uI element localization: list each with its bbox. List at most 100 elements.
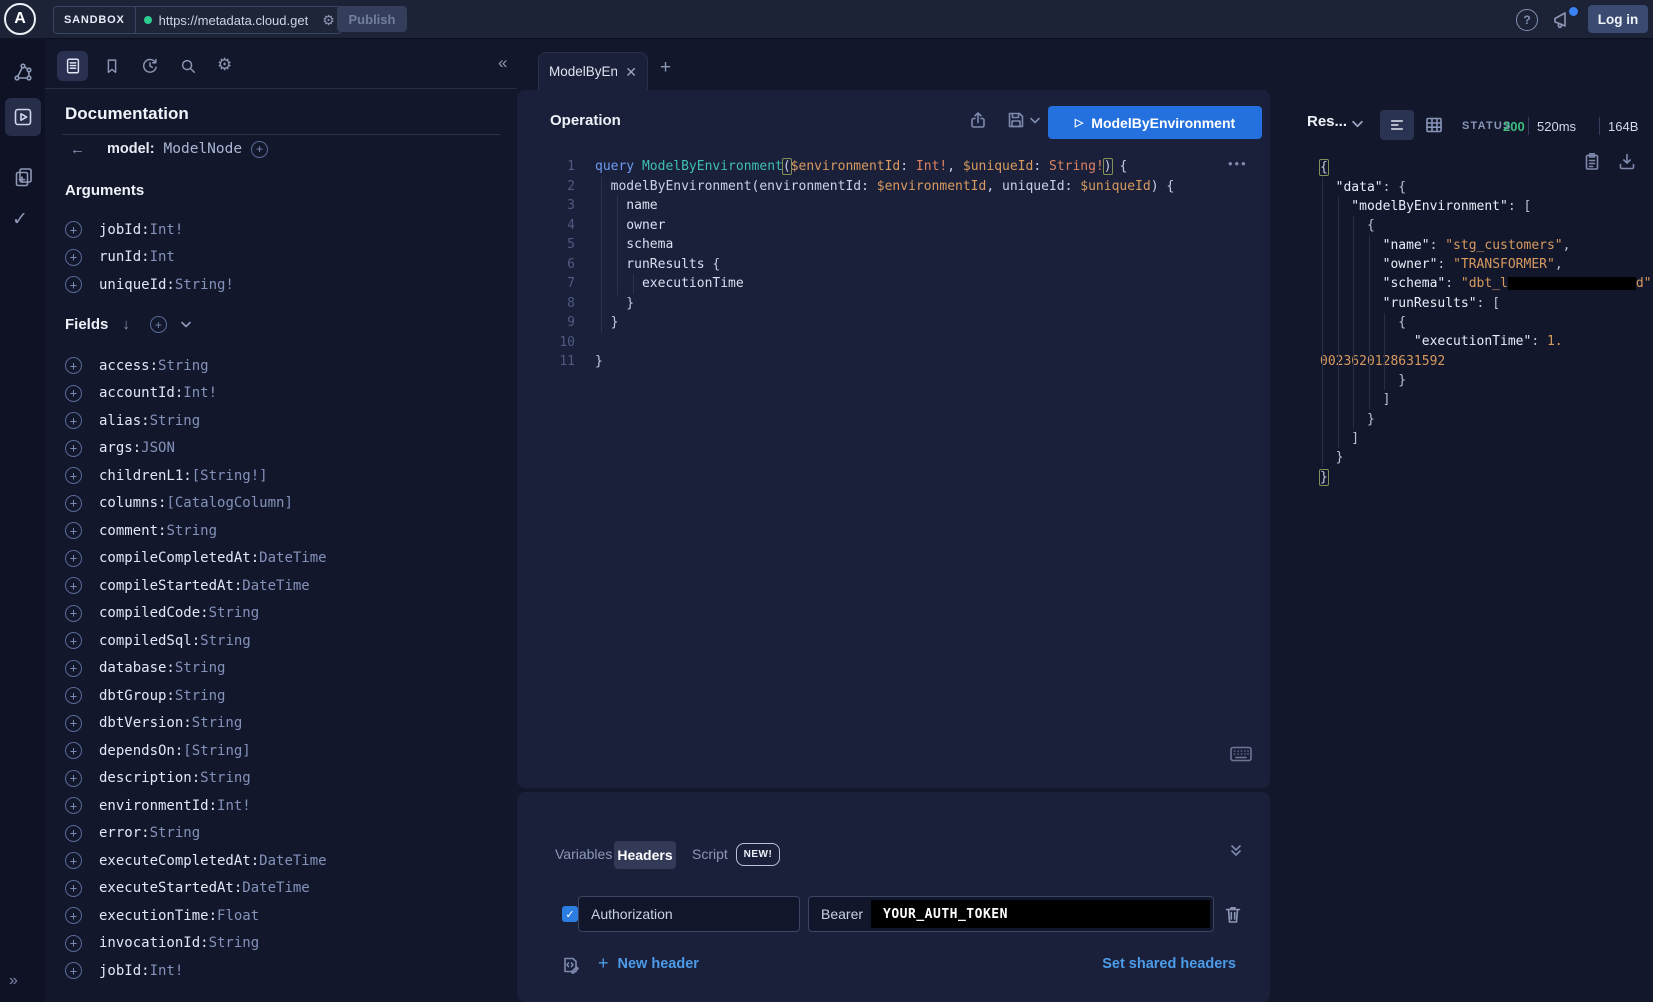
field-row[interactable]: +compileStartedAt: DateTime [65, 572, 327, 600]
add-to-query-icon[interactable]: + [65, 715, 82, 732]
add-to-query-icon[interactable]: + [65, 412, 82, 429]
add-to-query-icon[interactable]: + [65, 962, 82, 979]
endpoint-url-field[interactable]: https://metadata.cloud.get [136, 7, 317, 33]
header-value-input[interactable]: Bearer YOUR_AUTH_TOKEN [808, 896, 1214, 932]
field-row[interactable]: +dbtVersion: String [65, 710, 327, 738]
field-type[interactable]: DateTime [259, 853, 326, 869]
field-row[interactable]: +dependsOn: [String] [65, 737, 327, 765]
auth-token-field[interactable]: YOUR_AUTH_TOKEN [871, 900, 1210, 928]
argument-row[interactable]: +uniqueId: String! [65, 271, 234, 299]
add-all-fields-icon[interactable]: + [251, 141, 268, 158]
add-to-query-icon[interactable]: + [65, 221, 82, 238]
preflight-script-button[interactable] [562, 956, 579, 974]
field-row[interactable]: +accountId: Int! [65, 380, 327, 408]
field-type[interactable]: String [209, 605, 260, 621]
field-row[interactable]: +compileCompletedAt: DateTime [65, 545, 327, 573]
rail-item-explorer[interactable] [5, 98, 41, 136]
field-type[interactable]: String! [175, 277, 234, 293]
run-operation-button[interactable]: ▷ ModelByEnvironment [1048, 106, 1262, 139]
header-enabled-checkbox[interactable]: ✓ [562, 906, 578, 922]
argument-row[interactable]: +runId: Int [65, 244, 234, 272]
add-to-query-icon[interactable]: + [65, 357, 82, 374]
field-type[interactable]: Int! [150, 963, 184, 979]
field-row[interactable]: +compiledCode: String [65, 600, 327, 628]
query-editor[interactable]: 1query ModelByEnvironment($environmentId… [545, 157, 1174, 372]
add-to-query-icon[interactable]: + [65, 770, 82, 787]
help-button[interactable]: ? [1516, 9, 1538, 31]
field-row[interactable]: +executeStartedAt: DateTime [65, 875, 327, 903]
add-fields-button[interactable]: + [150, 316, 167, 333]
breadcrumb-type[interactable]: ModelNode [164, 141, 243, 157]
add-to-query-icon[interactable]: + [65, 605, 82, 622]
field-type[interactable]: [CatalogColumn] [166, 495, 292, 511]
field-row[interactable]: +jobId: Int! [65, 957, 327, 985]
add-to-query-icon[interactable]: + [65, 249, 82, 266]
add-to-query-icon[interactable]: + [65, 687, 82, 704]
field-type[interactable]: Int [150, 249, 175, 265]
field-row[interactable]: +compiledSql: String [65, 627, 327, 655]
rail-item-collections[interactable] [13, 166, 34, 188]
field-type[interactable]: String [150, 825, 201, 841]
field-row[interactable]: +childrenL1: [String!] [65, 462, 327, 490]
header-name-input[interactable] [578, 896, 800, 932]
rail-item-checklist[interactable]: ✓ [12, 208, 28, 231]
add-to-query-icon[interactable]: + [65, 440, 82, 457]
add-to-query-icon[interactable]: + [65, 660, 82, 677]
field-row[interactable]: +dbtGroup: String [65, 682, 327, 710]
operation-tab[interactable]: ModelByEnvi... ✕ [538, 52, 648, 90]
add-to-query-icon[interactable]: + [65, 495, 82, 512]
announcements-button[interactable] [1551, 9, 1571, 29]
close-tab-button[interactable]: ✕ [625, 65, 637, 79]
new-tab-button[interactable]: + [660, 58, 671, 77]
add-to-query-icon[interactable]: + [65, 550, 82, 567]
add-to-query-icon[interactable]: + [65, 577, 82, 594]
tab-headers[interactable]: Headers [614, 841, 676, 869]
field-type[interactable]: DateTime [242, 880, 309, 896]
save-menu-button[interactable] [1030, 117, 1040, 124]
apollo-logo-icon[interactable]: A [4, 3, 36, 35]
field-type[interactable]: [String!] [192, 468, 268, 484]
keyboard-shortcuts-button[interactable] [1230, 746, 1252, 762]
field-type[interactable]: String [175, 688, 226, 704]
field-row[interactable]: +invocationId: String [65, 930, 327, 958]
chevron-down-icon[interactable] [181, 321, 191, 328]
expand-rail-button[interactable]: » [9, 972, 18, 990]
response-raw-view-button[interactable] [1380, 110, 1414, 140]
field-type[interactable]: String [200, 633, 251, 649]
field-row[interactable]: +error: String [65, 820, 327, 848]
save-operation-button[interactable] [1006, 110, 1026, 130]
add-to-query-icon[interactable]: + [65, 880, 82, 897]
field-type[interactable]: String [209, 935, 260, 951]
field-row[interactable]: +columns: [CatalogColumn] [65, 490, 327, 518]
field-type[interactable]: DateTime [242, 578, 309, 594]
login-button[interactable]: Log in [1588, 5, 1648, 33]
saved-operations-button[interactable] [103, 57, 121, 75]
add-to-query-icon[interactable]: + [65, 467, 82, 484]
docs-tab-button[interactable] [57, 51, 88, 81]
field-type[interactable]: Int! [217, 798, 251, 814]
explorer-settings-button[interactable]: ⚙ [217, 55, 232, 75]
search-button[interactable] [179, 57, 197, 75]
field-row[interactable]: +description: String [65, 765, 327, 793]
add-to-query-icon[interactable]: + [65, 907, 82, 924]
field-row[interactable]: +alias: String [65, 407, 327, 435]
field-type[interactable]: String [166, 523, 217, 539]
add-to-query-icon[interactable]: + [65, 522, 82, 539]
field-row[interactable]: +executeCompletedAt: DateTime [65, 847, 327, 875]
add-to-query-icon[interactable]: + [65, 276, 82, 293]
publish-button[interactable]: Publish [337, 6, 407, 32]
tab-variables[interactable]: Variables [555, 846, 612, 862]
editor-more-options-button[interactable]: ••• [1228, 156, 1248, 171]
endpoint-url[interactable]: https://metadata.cloud.get [159, 13, 309, 28]
field-type[interactable]: Int! [183, 385, 217, 401]
add-to-query-icon[interactable]: + [65, 385, 82, 402]
collapse-bottom-panel-button[interactable] [1230, 844, 1242, 858]
field-row[interactable]: +environmentId: Int! [65, 792, 327, 820]
field-type[interactable]: String [175, 660, 226, 676]
add-to-query-icon[interactable]: + [65, 742, 82, 759]
share-operation-button[interactable] [968, 110, 988, 130]
collapse-panel-button[interactable]: « [498, 53, 507, 73]
field-type[interactable]: JSON [141, 440, 175, 456]
field-type[interactable]: Int! [150, 222, 184, 238]
field-row[interactable]: +comment: String [65, 517, 327, 545]
